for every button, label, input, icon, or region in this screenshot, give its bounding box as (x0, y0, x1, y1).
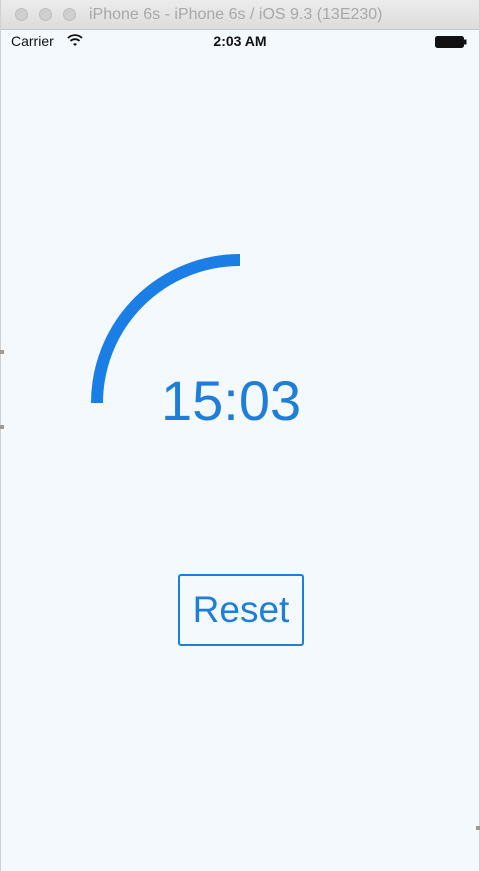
window-edge-mark (476, 826, 480, 830)
window-edge-mark (0, 425, 4, 429)
window-edge-mark (0, 350, 4, 354)
timer-display: 15:03 (161, 369, 302, 432)
reset-button[interactable]: Reset (178, 574, 304, 646)
simulator-window: iPhone 6s - iPhone 6s / iOS 9.3 (13E230)… (0, 0, 480, 871)
timer-progress-ring (91, 254, 241, 404)
